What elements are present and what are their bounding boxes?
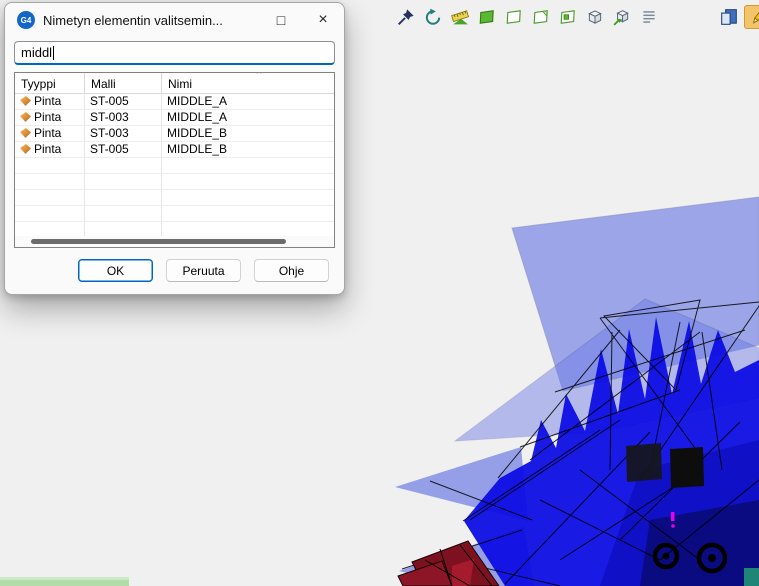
plane-button[interactable] [502, 5, 526, 29]
sort-ascending-icon: ^ [257, 72, 262, 80]
element-table: Tyyppi Malli Nimi ^ Pinta ST-005 MIDDLE_… [14, 72, 335, 248]
surface-icon [20, 144, 31, 154]
plane-icon [505, 8, 523, 26]
table-row-empty [15, 206, 334, 222]
filter-input-value: middl [21, 45, 52, 60]
table-row[interactable]: Pinta ST-005 MIDDLE_B [15, 142, 334, 158]
dialog-title: Nimetyn elementin valitsemin... [43, 13, 260, 28]
column-header-nimi[interactable]: Nimi ^ [162, 73, 334, 93]
cell-nimi: MIDDLE_A [162, 110, 334, 125]
text-caret [53, 46, 54, 60]
plane-filled-icon [478, 8, 496, 26]
app-icon: G4 [17, 11, 35, 29]
list-icon [640, 8, 658, 26]
cell-tyyppi: Pinta [34, 110, 61, 124]
cube-icon [586, 8, 604, 26]
pencil-icon [749, 8, 759, 26]
cell-tyyppi: Pinta [34, 126, 61, 140]
plane-fold-icon [532, 8, 550, 26]
cell-tyyppi: Pinta [34, 142, 61, 156]
surface-icon [20, 112, 31, 122]
table-row[interactable]: Pinta ST-003 MIDDLE_B [15, 126, 334, 142]
column-header-tyyppi[interactable]: Tyyppi [15, 73, 85, 93]
plane-filled-button[interactable] [475, 5, 499, 29]
cell-nimi: MIDDLE_B [162, 126, 334, 141]
ruler-icon [451, 8, 469, 26]
table-header-row: Tyyppi Malli Nimi ^ [15, 73, 334, 94]
cube-arrow-icon [613, 8, 631, 26]
cell-nimi: MIDDLE_B [162, 142, 334, 157]
copy-blue-button[interactable] [717, 5, 741, 29]
cell-malli: ST-003 [85, 110, 162, 125]
ok-button[interactable]: OK [78, 259, 153, 282]
surface-icon [20, 96, 31, 106]
maximize-button[interactable]: □ [260, 3, 302, 37]
dialog-button-row: OK Peruuta Ohje [5, 248, 344, 294]
ruler-button[interactable] [448, 5, 472, 29]
surface-icon [20, 128, 31, 138]
plane-grid-icon [559, 8, 577, 26]
rotate-view-button[interactable] [421, 5, 445, 29]
dialog-titlebar: G4 Nimetyn elementin valitsemin... □ × [5, 3, 344, 37]
bottom-right-corner-widget [744, 568, 759, 586]
filter-input[interactable]: middl [14, 41, 335, 65]
pushpin-button[interactable] [394, 5, 418, 29]
help-button[interactable]: Ohje [254, 259, 329, 282]
rotate-view-icon [424, 8, 442, 26]
main-toolbar [394, 4, 759, 30]
table-row[interactable]: Pinta ST-003 MIDDLE_A [15, 110, 334, 126]
cell-malli: ST-005 [85, 142, 162, 157]
cell-nimi: MIDDLE_A [162, 94, 334, 109]
list-button[interactable] [637, 5, 661, 29]
scrollbar-thumb[interactable] [31, 239, 286, 244]
plane-fold-button[interactable] [529, 5, 553, 29]
cancel-button[interactable]: Peruuta [166, 259, 241, 282]
pushpin-icon [397, 8, 415, 26]
table-row-empty [15, 158, 334, 174]
cell-tyyppi: Pinta [34, 94, 61, 108]
table-row-empty [15, 190, 334, 206]
table-row[interactable]: Pinta ST-005 MIDDLE_A [15, 94, 334, 110]
column-header-nimi-label: Nimi [168, 77, 192, 91]
cube-button[interactable] [583, 5, 607, 29]
table-row-empty [15, 174, 334, 190]
cube-arrow-button[interactable] [610, 5, 634, 29]
close-button[interactable]: × [302, 3, 344, 37]
cell-malli: ST-005 [85, 94, 162, 109]
bottom-left-green-panel [0, 577, 129, 586]
magenta-marker [671, 512, 675, 528]
named-element-dialog: G4 Nimetyn elementin valitsemin... □ × m… [4, 2, 345, 295]
pencil-button[interactable] [744, 5, 759, 29]
plane-grid-button[interactable] [556, 5, 580, 29]
cell-malli: ST-003 [85, 126, 162, 141]
horizontal-scrollbar[interactable] [15, 236, 334, 247]
copy-blue-icon [720, 8, 738, 26]
column-header-malli[interactable]: Malli [85, 73, 162, 93]
